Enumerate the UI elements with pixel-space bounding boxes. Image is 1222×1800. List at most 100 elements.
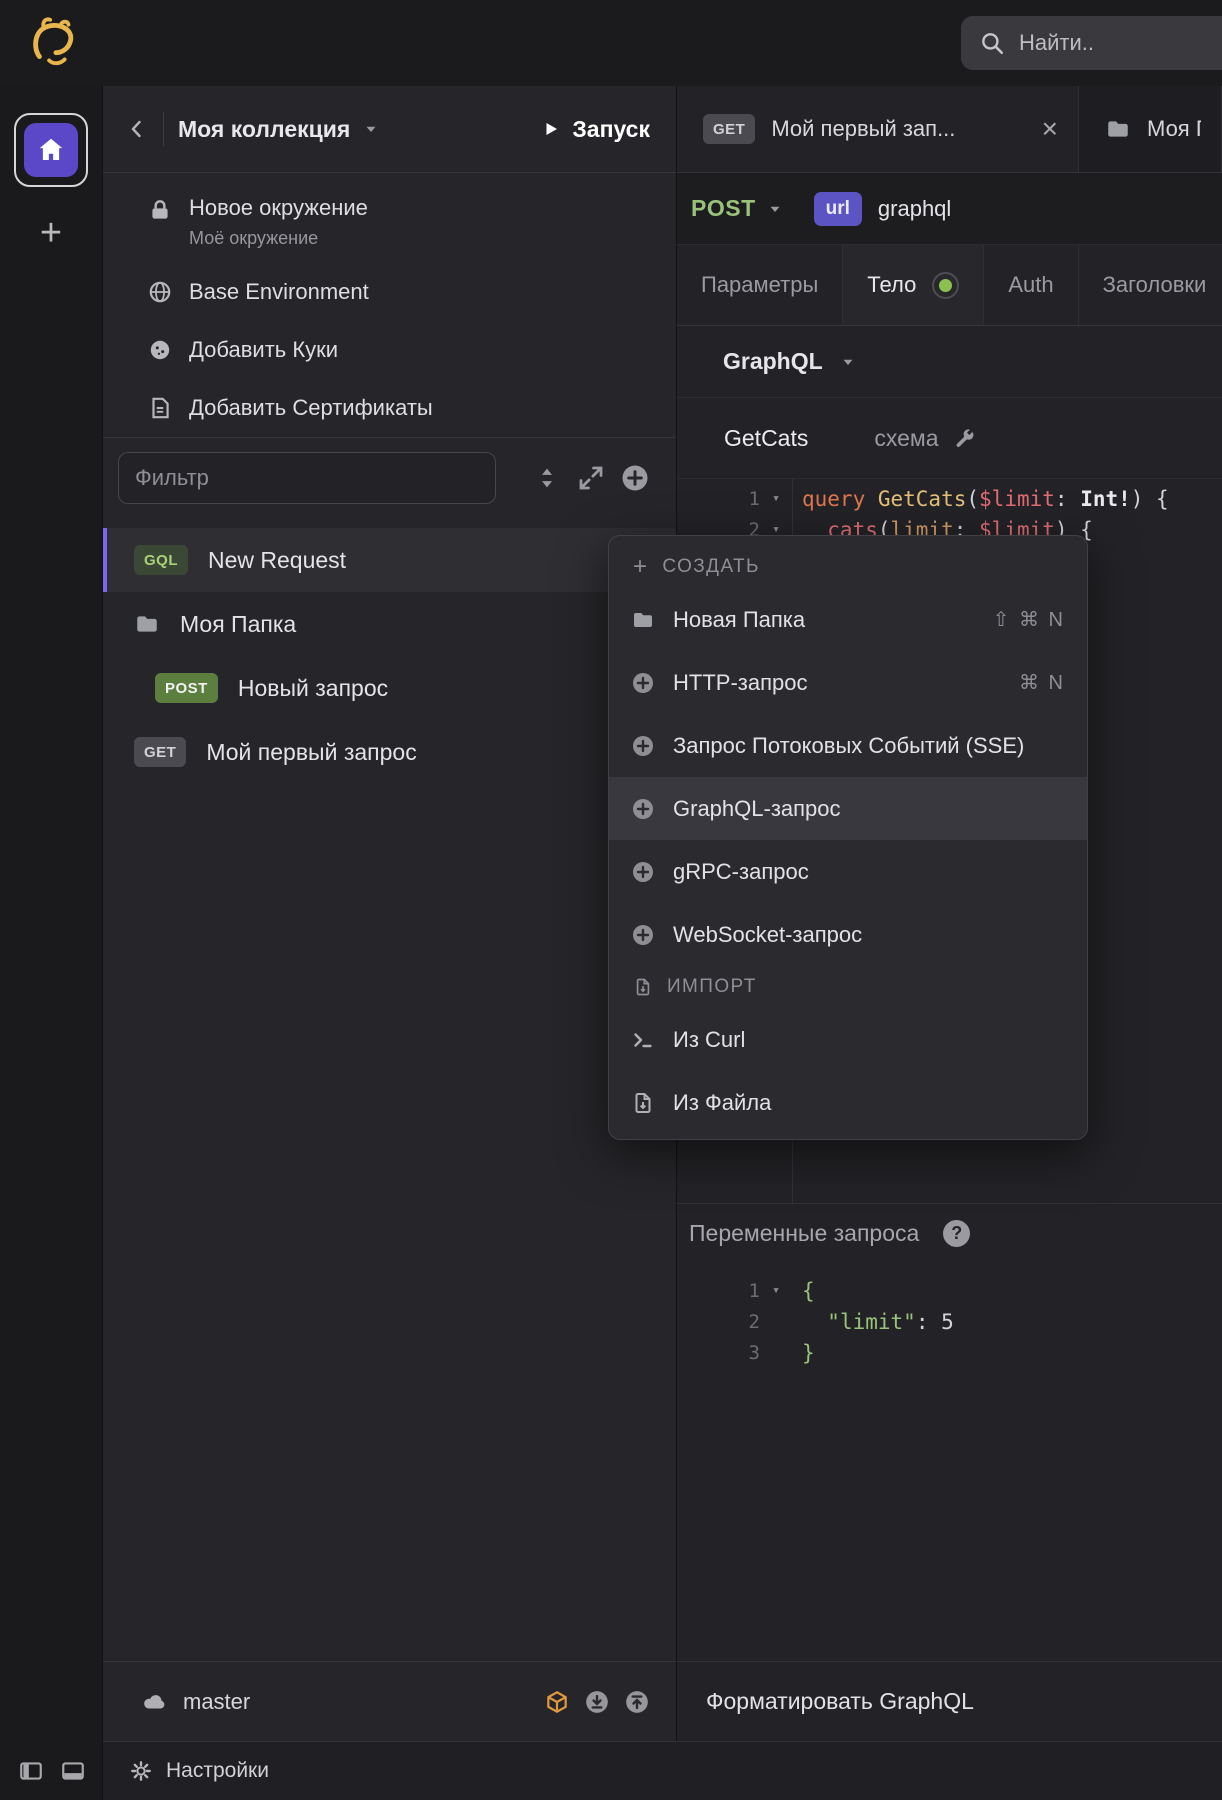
- run-collection-button[interactable]: Запуск: [542, 116, 650, 143]
- collection-menu[interactable]: Моя коллекция: [178, 116, 380, 143]
- cookie-icon: [147, 337, 173, 363]
- tree-item[interactable]: Моя Папка: [103, 592, 676, 656]
- environment-item[interactable]: Base Environment: [103, 263, 676, 321]
- method-badge: GET: [703, 114, 756, 144]
- request-tab[interactable]: GET Мой первый зап... ×: [677, 86, 1079, 172]
- environment-item-sublabel: Моё окружение: [189, 228, 319, 248]
- query-tab[interactable]: GetCats: [724, 425, 808, 452]
- request-subtab[interactable]: Заголовки: [1079, 245, 1222, 325]
- fold-caret-icon[interactable]: ▾: [760, 491, 792, 506]
- add-collection-button[interactable]: +: [0, 214, 102, 252]
- filter-input[interactable]: [118, 452, 496, 504]
- tree-item[interactable]: POST Новый запрос: [103, 656, 676, 720]
- branch-label[interactable]: master: [183, 1689, 250, 1715]
- settings-button[interactable]: Настройки: [166, 1759, 269, 1783]
- context-menu-item[interactable]: Из Curl: [609, 1008, 1087, 1071]
- environment-item[interactable]: Новое окружение Моё окружение: [103, 189, 676, 263]
- request-tree: GQL New Request Моя Папка POST Новый запрос G…: [103, 528, 676, 784]
- context-menu-item[interactable]: Запрос Потоковых Событий (SSE): [609, 714, 1087, 777]
- certificate-icon: [147, 395, 173, 421]
- menu-item-label: Из Файла: [673, 1089, 772, 1115]
- menu-item-shortcut: ⌘ N: [1019, 672, 1065, 694]
- expand-all-icon[interactable]: [576, 463, 606, 493]
- home-icon: [36, 135, 66, 165]
- variables-editor[interactable]: 1 ▾{2 "limit": 5 3}: [677, 1263, 1222, 1368]
- environment-section: Новое окружение Моё окружение Base Environ…: [103, 173, 676, 437]
- collection-home-button[interactable]: [14, 113, 88, 187]
- context-menu-item[interactable]: Из Файла: [609, 1071, 1087, 1134]
- plus-circle-icon: [631, 734, 655, 758]
- code-text: }: [802, 1340, 815, 1365]
- terminal-icon: [631, 1028, 655, 1052]
- method-badge: POST: [155, 673, 218, 703]
- search-icon: [979, 30, 1005, 56]
- header-divider: [163, 112, 164, 146]
- request-tab[interactable]: Моя Папка: [1079, 86, 1222, 172]
- environment-item-label: Новое окружение: [189, 195, 368, 220]
- body-type-select[interactable]: GraphQL: [723, 348, 857, 375]
- plus-circle-icon: [631, 860, 655, 884]
- menu-item-label: gRPC-запрос: [673, 858, 809, 884]
- code-line: 1 ▾ query GetCats($limit: Int!) {: [677, 483, 1222, 514]
- tab-bar: GET Мой первый зап... × Моя Папка: [677, 86, 1222, 173]
- request-subtab-label: Заголовки: [1102, 272, 1207, 297]
- tree-item-label: Новый запрос: [237, 674, 389, 701]
- question-icon[interactable]: ?: [943, 1220, 971, 1247]
- topbar: Найти..: [0, 0, 1222, 86]
- format-graphql-button[interactable]: Форматировать GraphQL: [706, 1688, 974, 1715]
- code-line: 1 ▾ {: [677, 1275, 1222, 1306]
- gear-icon: [130, 1760, 152, 1782]
- cube-icon[interactable]: [544, 1689, 570, 1715]
- query-tab[interactable]: схема: [874, 425, 974, 452]
- context-menu-item[interactable]: GraphQL-запрос: [609, 777, 1087, 840]
- collapse-sidebar-button[interactable]: [125, 117, 149, 141]
- request-subtab[interactable]: Тело: [843, 245, 985, 325]
- tree-item[interactable]: GQL New Request: [103, 528, 676, 592]
- app-logo[interactable]: [22, 12, 84, 74]
- sort-icon[interactable]: [532, 463, 562, 493]
- lock-icon: [147, 197, 173, 223]
- search-placeholder: Найти..: [1019, 30, 1095, 55]
- import-header-label: ИМПОРТ: [667, 976, 757, 997]
- context-menu-item[interactable]: Новая Папка ⇧ ⌘ N: [609, 588, 1087, 651]
- method-select[interactable]: POST: [691, 195, 784, 222]
- collection-header: Моя коллекция Запуск: [103, 86, 676, 173]
- close-tab-icon[interactable]: ×: [1042, 115, 1058, 143]
- upload-icon[interactable]: [624, 1689, 650, 1715]
- global-search[interactable]: Найти..: [961, 16, 1222, 70]
- line-number: 1: [748, 1279, 760, 1302]
- request-subtab[interactable]: Auth: [984, 245, 1079, 325]
- menu-item-shortcut: ⇧ ⌘ N: [992, 609, 1065, 631]
- query-tabs: GetCats схема: [677, 398, 1222, 479]
- variables-header: Переменные запроса ?: [677, 1203, 1222, 1263]
- fold-caret-icon[interactable]: ▾: [760, 1283, 792, 1298]
- download-icon[interactable]: [584, 1689, 610, 1715]
- create-context-menu: + СОЗДАТЬ Новая Папка ⇧ ⌘ N HTTP-запрос ⌘ N…: [608, 535, 1088, 1140]
- tree-item[interactable]: GET Мой первый запрос: [103, 720, 676, 784]
- method-label: POST: [691, 195, 756, 221]
- environment-item-label: Добавить Сертификаты: [189, 395, 433, 420]
- sync-actions: [544, 1689, 650, 1715]
- body-set-indicator-icon: [932, 271, 960, 299]
- code-text: query GetCats($limit: Int!) {: [802, 486, 1169, 511]
- code-line: 3}: [677, 1337, 1222, 1368]
- tab-title: Мой первый зап...: [771, 116, 956, 141]
- chevron-down-icon: [766, 200, 784, 218]
- toggle-sidebar-icon[interactable]: [18, 1758, 44, 1784]
- add-request-icon[interactable]: [620, 463, 650, 493]
- folder-icon: [631, 608, 655, 632]
- code-line: 2 "limit": 5: [677, 1306, 1222, 1337]
- filter-row: [103, 438, 676, 518]
- context-menu-item[interactable]: WebSocket-запрос: [609, 903, 1087, 966]
- request-subtab[interactable]: Параметры: [677, 245, 844, 325]
- context-menu-item[interactable]: gRPC-запрос: [609, 840, 1087, 903]
- environment-item[interactable]: Добавить Куки: [103, 321, 676, 379]
- toggle-console-icon[interactable]: [60, 1758, 86, 1784]
- context-menu-item[interactable]: HTTP-запрос ⌘ N: [609, 651, 1087, 714]
- plus-circle-icon: [631, 797, 655, 821]
- request-subtab-label: Параметры: [701, 272, 819, 297]
- environment-item[interactable]: Добавить Сертификаты: [103, 379, 676, 437]
- url-input[interactable]: graphql: [878, 196, 951, 222]
- request-subtab-label: Auth: [1008, 272, 1054, 297]
- tree-item-label: Мой первый запрос: [206, 738, 417, 765]
